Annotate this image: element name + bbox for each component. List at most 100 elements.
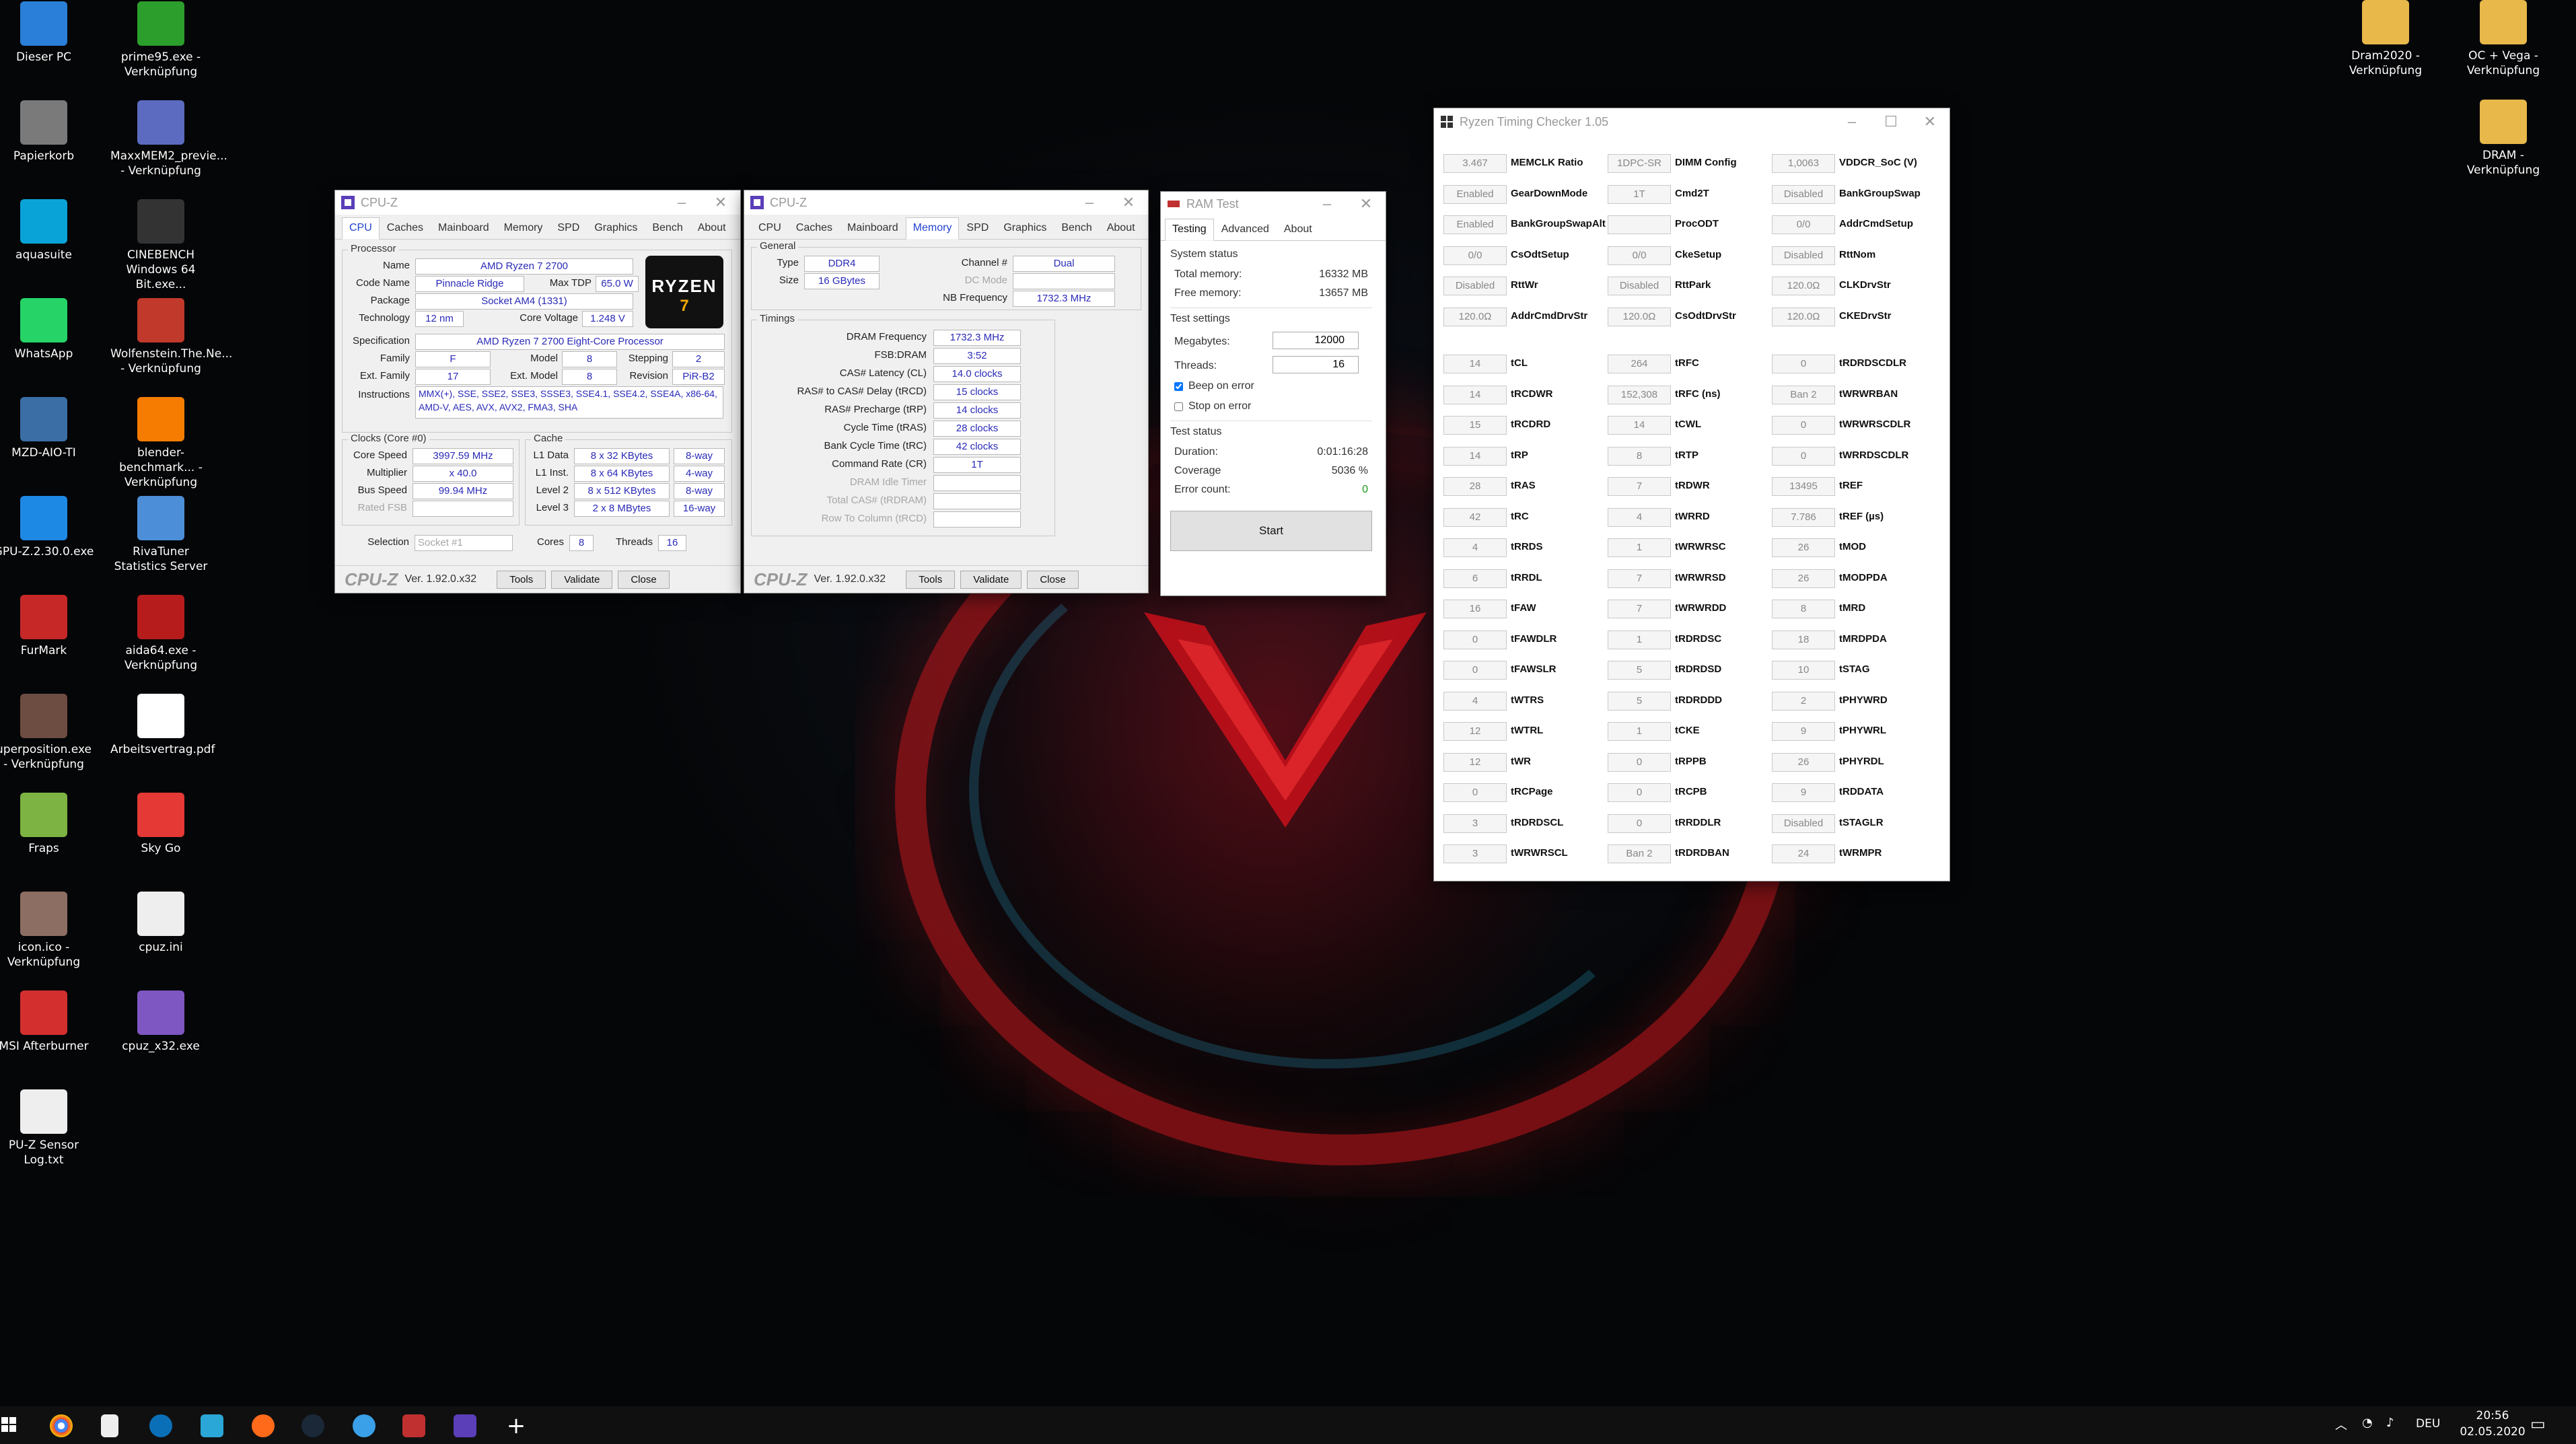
cpuz-cpu-titlebar[interactable]: CPU-Z – ✕ (335, 190, 740, 215)
minimize-icon[interactable]: – (1832, 113, 1871, 131)
selection-dropdown[interactable]: Socket #1 (415, 535, 513, 551)
network-icon[interactable]: ◔ (2362, 1416, 2373, 1430)
desktop-icon[interactable]: GPU-Z.2.30.0.exe (0, 496, 94, 559)
tab-graphics[interactable]: Graphics (587, 217, 645, 239)
desktop-icon-label: blender-benchmark... - Verknüpfung (119, 446, 203, 489)
cpuz-memory-titlebar[interactable]: CPU-Z – ✕ (744, 190, 1148, 215)
validate-button[interactable]: Validate (960, 570, 1022, 589)
desktop-icon[interactable]: Sky Go (110, 793, 211, 856)
language-indicator[interactable]: DEU (2416, 1417, 2440, 1431)
window-title: CPU-Z (770, 195, 807, 209)
desktop-icon[interactable]: OC + Vega - Verknüpfung (2453, 0, 2554, 78)
minimize-icon[interactable]: – (662, 194, 701, 211)
app-icon[interactable] (201, 1414, 223, 1437)
close-button[interactable]: Close (618, 570, 670, 589)
threads-input[interactable] (1273, 356, 1359, 373)
close-icon[interactable]: ✕ (1910, 113, 1949, 131)
start-button[interactable]: Start (1170, 511, 1372, 551)
rtc-value: 1T (1608, 184, 1671, 204)
volume-icon[interactable]: ♪ (2386, 1416, 2394, 1430)
minimize-icon[interactable]: – (1070, 194, 1109, 211)
timing-value (933, 511, 1021, 528)
desktop-icon[interactable]: icon.ico - Verknüpfung (0, 892, 94, 970)
tab-spd[interactable]: SPD (959, 217, 996, 239)
tab-about[interactable]: About (1100, 217, 1143, 239)
desktop-icon[interactable]: aquasuite (0, 199, 94, 262)
desktop-icon[interactable]: Fraps (0, 793, 94, 856)
megabytes-input[interactable] (1273, 332, 1359, 349)
tab-cpu[interactable]: CPU (342, 217, 380, 240)
desktop-icon[interactable]: WhatsApp (0, 298, 94, 361)
close-icon[interactable]: ✕ (1109, 194, 1148, 211)
crosshair-icon[interactable]: + (505, 1414, 528, 1437)
tab-memory[interactable]: Memory (497, 217, 550, 239)
tab-mainboard[interactable]: Mainboard (840, 217, 906, 239)
close-icon[interactable]: ✕ (701, 194, 740, 211)
aquasuite-icon[interactable] (149, 1414, 172, 1437)
blender-icon[interactable] (252, 1414, 275, 1437)
tab-mainboard[interactable]: Mainboard (431, 217, 497, 239)
desktop-icon[interactable]: Arbeitsvertrag.pdf (110, 694, 215, 757)
desktop-icon[interactable]: uperposition.exe - Verknüpfung (0, 694, 94, 772)
type-label: Type (777, 257, 799, 268)
tab-spd[interactable]: SPD (550, 217, 587, 239)
desktop-icon[interactable]: MZD-AIO-TI (0, 397, 94, 460)
close-button[interactable]: Close (1027, 570, 1079, 589)
desktop-icon[interactable]: Papierkorb (0, 100, 94, 164)
tab-graphics[interactable]: Graphics (996, 217, 1054, 239)
app-icon[interactable] (353, 1414, 375, 1437)
app-icon[interactable] (402, 1414, 425, 1437)
tab-about[interactable]: About (690, 217, 734, 239)
rtc-label: tFAWSLR (1511, 663, 1557, 675)
desktop-icon[interactable]: RivaTuner Statistics Server (110, 496, 211, 574)
desktop-icon[interactable]: Dram2020 - Verknüpfung (2335, 0, 2436, 78)
total-memory-label: Total memory: (1174, 268, 1242, 280)
cpuz-taskbar-icon[interactable] (454, 1414, 476, 1437)
desktop-icon[interactable]: CINEBENCH Windows 64 Bit.exe... (110, 199, 211, 292)
desktop-icon[interactable]: cpuz_x32.exe (110, 990, 211, 1054)
validate-button[interactable]: Validate (551, 570, 613, 589)
desktop-icon[interactable]: blender-benchmark... - Verknüpfung (110, 397, 211, 490)
steam-icon[interactable] (301, 1414, 324, 1437)
tools-button[interactable]: Tools (497, 570, 546, 589)
clock-time[interactable]: 20:56 (2459, 1409, 2526, 1422)
rtc-value: 5 (1608, 661, 1671, 680)
rtc-titlebar[interactable]: Ryzen Timing Checker 1.05 – ☐ ✕ (1434, 108, 1949, 135)
rtc-label: tWRWRSD (1675, 571, 1726, 583)
desktop-icon[interactable]: aida64.exe - Verknüpfung (110, 595, 211, 673)
desktop-icon[interactable]: PU-Z Sensor Log.txt (0, 1089, 94, 1167)
desktop-icon[interactable]: MaxxMEM2_previe... - Verknüpfung (110, 100, 227, 178)
tools-button[interactable]: Tools (906, 570, 956, 589)
desktop-icon[interactable]: FurMark (0, 595, 94, 658)
desktop-icon[interactable]: cpuz.ini (110, 892, 211, 955)
channel-label: Channel # (961, 257, 1007, 268)
desktop-icon[interactable]: DRAM - Verknüpfung (2453, 100, 2554, 178)
channel-value: Dual (1013, 256, 1115, 272)
tab-advanced[interactable]: Advanced (1214, 219, 1277, 240)
tab-bench[interactable]: Bench (1054, 217, 1099, 239)
beep-on-error-checkbox[interactable] (1174, 382, 1183, 391)
desktop-icon[interactable]: MSI Afterburner (0, 990, 94, 1054)
chrome-icon[interactable] (50, 1414, 73, 1437)
close-icon[interactable]: ✕ (1347, 195, 1386, 213)
desktop-icon[interactable]: Dieser PC (0, 1, 94, 65)
chevron-up-icon[interactable]: ︿ (2335, 1416, 2347, 1433)
notification-icon[interactable]: ▭ (2530, 1414, 2546, 1433)
ramtest-titlebar[interactable]: RAM Test – ✕ (1161, 192, 1386, 216)
notepad-icon[interactable] (101, 1414, 118, 1437)
tab-bench[interactable]: Bench (645, 217, 690, 239)
cpuz-app-icon (750, 196, 764, 209)
windows-start-icon[interactable] (0, 1416, 17, 1433)
tab-cpu[interactable]: CPU (751, 217, 789, 239)
tab-memory[interactable]: Memory (905, 217, 960, 240)
tab-about[interactable]: About (1277, 219, 1320, 240)
maximize-icon[interactable]: ☐ (1871, 113, 1910, 131)
desktop-icon[interactable]: prime95.exe - Verknüpfung (110, 1, 211, 79)
tab-testing[interactable]: Testing (1165, 219, 1214, 241)
tab-caches[interactable]: Caches (380, 217, 431, 239)
clock-date[interactable]: 02.05.2020 (2452, 1425, 2533, 1439)
stop-on-error-checkbox[interactable] (1174, 402, 1183, 411)
tab-caches[interactable]: Caches (789, 217, 840, 239)
minimize-icon[interactable]: – (1308, 195, 1347, 213)
desktop-icon[interactable]: Wolfenstein.The.Ne... - Verknüpfung (110, 298, 232, 376)
